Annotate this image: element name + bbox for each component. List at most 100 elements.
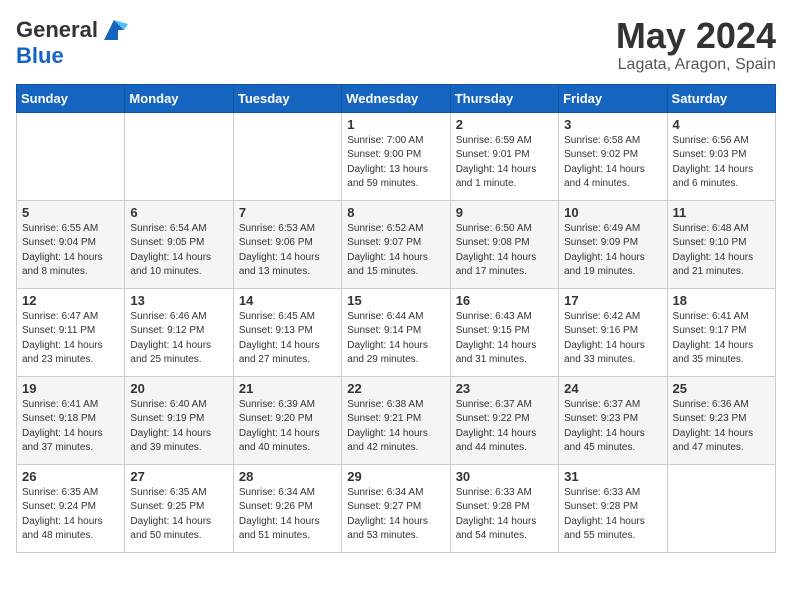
day-number: 29 bbox=[347, 469, 444, 484]
day-info: Sunrise: 6:37 AMSunset: 9:22 PMDaylight:… bbox=[456, 398, 553, 456]
weekday-header-row: SundayMondayTuesdayWednesdayThursdayFrid… bbox=[17, 84, 776, 112]
calendar-cell: 25 Sunrise: 6:36 AMSunset: 9:23 PMDayligh… bbox=[667, 376, 775, 464]
day-info: Sunrise: 6:42 AMSunset: 9:16 PMDaylight:… bbox=[564, 310, 661, 368]
calendar-cell bbox=[233, 112, 341, 200]
day-info: Sunrise: 6:33 AMSunset: 9:28 PMDaylight:… bbox=[456, 486, 553, 544]
week-row-4: 19Sunrise: 6:41 AMSunset: 9:18 PMDayligh… bbox=[17, 376, 776, 464]
calendar-cell: 24 Sunrise: 6:37 AMSunset: 9:23 PMDayligh… bbox=[559, 376, 667, 464]
day-info: Sunrise: 6:56 AMSunset: 9:03 PMDaylight:… bbox=[673, 134, 770, 192]
day-info: Sunrise: 6:35 AMSunset: 9:24 PMDaylight:… bbox=[22, 486, 119, 544]
calendar-cell: 22 Sunrise: 6:38 AMSunset: 9:21 PMDayligh… bbox=[342, 376, 450, 464]
calendar-cell: 16 Sunrise: 6:43 AMSunset: 9:15 PMDayligh… bbox=[450, 288, 558, 376]
calendar-cell: 15 Sunrise: 6:44 AMSunset: 9:14 PMDayligh… bbox=[342, 288, 450, 376]
day-number: 7 bbox=[239, 205, 336, 220]
day-number: 15 bbox=[347, 293, 444, 308]
calendar-table: SundayMondayTuesdayWednesdayThursdayFrid… bbox=[16, 84, 776, 553]
day-number: 8 bbox=[347, 205, 444, 220]
calendar-cell: 10Sunrise: 6:49 AMSunset: 9:09 PMDayligh… bbox=[559, 200, 667, 288]
calendar-cell bbox=[125, 112, 233, 200]
day-number: 26 bbox=[22, 469, 119, 484]
day-info: Sunrise: 6:43 AMSunset: 9:15 PMDaylight:… bbox=[456, 310, 553, 368]
day-info: Sunrise: 6:45 AMSunset: 9:13 PMDaylight:… bbox=[239, 310, 336, 368]
calendar-cell: 14 Sunrise: 6:45 AMSunset: 9:13 PMDayligh… bbox=[233, 288, 341, 376]
calendar-cell: 1 Sunrise: 7:00 AMSunset: 9:00 PMDaylight… bbox=[342, 112, 450, 200]
weekday-header-sunday: Sunday bbox=[17, 84, 125, 112]
day-number: 22 bbox=[347, 381, 444, 396]
day-info: Sunrise: 6:36 AMSunset: 9:23 PMDaylight:… bbox=[673, 398, 770, 456]
day-info: Sunrise: 6:41 AMSunset: 9:17 PMDaylight:… bbox=[673, 310, 770, 368]
day-number: 3 bbox=[564, 117, 661, 132]
day-number: 18 bbox=[673, 293, 770, 308]
day-number: 16 bbox=[456, 293, 553, 308]
day-info: Sunrise: 6:58 AMSunset: 9:02 PMDaylight:… bbox=[564, 134, 661, 192]
day-number: 19 bbox=[22, 381, 119, 396]
calendar-cell: 30 Sunrise: 6:33 AMSunset: 9:28 PMDayligh… bbox=[450, 464, 558, 552]
day-info: Sunrise: 6:52 AMSunset: 9:07 PMDaylight:… bbox=[347, 222, 444, 280]
day-info: Sunrise: 7:00 AMSunset: 9:00 PMDaylight:… bbox=[347, 134, 444, 192]
day-number: 4 bbox=[673, 117, 770, 132]
day-number: 17 bbox=[564, 293, 661, 308]
calendar-cell: 12Sunrise: 6:47 AMSunset: 9:11 PMDayligh… bbox=[17, 288, 125, 376]
day-info: Sunrise: 6:40 AMSunset: 9:19 PMDaylight:… bbox=[130, 398, 227, 456]
day-info: Sunrise: 6:54 AMSunset: 9:05 PMDaylight:… bbox=[130, 222, 227, 280]
day-number: 25 bbox=[673, 381, 770, 396]
day-info: Sunrise: 6:50 AMSunset: 9:08 PMDaylight:… bbox=[456, 222, 553, 280]
day-info: Sunrise: 6:59 AMSunset: 9:01 PMDaylight:… bbox=[456, 134, 553, 192]
day-info: Sunrise: 6:34 AMSunset: 9:27 PMDaylight:… bbox=[347, 486, 444, 544]
weekday-header-thursday: Thursday bbox=[450, 84, 558, 112]
calendar-cell: 17 Sunrise: 6:42 AMSunset: 9:16 PMDayligh… bbox=[559, 288, 667, 376]
calendar-cell: 3 Sunrise: 6:58 AMSunset: 9:02 PMDaylight… bbox=[559, 112, 667, 200]
calendar-cell: 18 Sunrise: 6:41 AMSunset: 9:17 PMDayligh… bbox=[667, 288, 775, 376]
day-number: 30 bbox=[456, 469, 553, 484]
day-number: 10 bbox=[564, 205, 661, 220]
calendar-cell: 4 Sunrise: 6:56 AMSunset: 9:03 PMDaylight… bbox=[667, 112, 775, 200]
calendar-cell: 29 Sunrise: 6:34 AMSunset: 9:27 PMDayligh… bbox=[342, 464, 450, 552]
week-row-3: 12Sunrise: 6:47 AMSunset: 9:11 PMDayligh… bbox=[17, 288, 776, 376]
week-row-5: 26 Sunrise: 6:35 AMSunset: 9:24 PMDayligh… bbox=[17, 464, 776, 552]
day-info: Sunrise: 6:33 AMSunset: 9:28 PMDaylight:… bbox=[564, 486, 661, 544]
day-number: 24 bbox=[564, 381, 661, 396]
calendar-cell: 26 Sunrise: 6:35 AMSunset: 9:24 PMDayligh… bbox=[17, 464, 125, 552]
day-number: 31 bbox=[564, 469, 661, 484]
day-number: 20 bbox=[130, 381, 227, 396]
location-title: Lagata, Aragon, Spain bbox=[616, 56, 776, 74]
logo-blue: Blue bbox=[16, 43, 64, 68]
week-row-2: 5Sunrise: 6:55 AMSunset: 9:04 PMDaylight… bbox=[17, 200, 776, 288]
calendar-cell: 27Sunrise: 6:35 AMSunset: 9:25 PMDayligh… bbox=[125, 464, 233, 552]
day-info: Sunrise: 6:46 AMSunset: 9:12 PMDaylight:… bbox=[130, 310, 227, 368]
calendar-cell: 2 Sunrise: 6:59 AMSunset: 9:01 PMDaylight… bbox=[450, 112, 558, 200]
calendar-cell bbox=[17, 112, 125, 200]
day-number: 9 bbox=[456, 205, 553, 220]
day-number: 1 bbox=[347, 117, 444, 132]
day-number: 14 bbox=[239, 293, 336, 308]
logo-general: General bbox=[16, 17, 98, 42]
calendar-cell bbox=[667, 464, 775, 552]
day-number: 6 bbox=[130, 205, 227, 220]
calendar-cell: 6 Sunrise: 6:54 AMSunset: 9:05 PMDaylight… bbox=[125, 200, 233, 288]
calendar-cell: 20 Sunrise: 6:40 AMSunset: 9:19 PMDayligh… bbox=[125, 376, 233, 464]
day-number: 2 bbox=[456, 117, 553, 132]
calendar-cell: 23 Sunrise: 6:37 AMSunset: 9:22 PMDayligh… bbox=[450, 376, 558, 464]
calendar-cell: 13Sunrise: 6:46 AMSunset: 9:12 PMDayligh… bbox=[125, 288, 233, 376]
day-info: Sunrise: 6:37 AMSunset: 9:23 PMDaylight:… bbox=[564, 398, 661, 456]
calendar-cell: 31 Sunrise: 6:33 AMSunset: 9:28 PMDayligh… bbox=[559, 464, 667, 552]
day-number: 11 bbox=[673, 205, 770, 220]
day-number: 23 bbox=[456, 381, 553, 396]
calendar-cell: 28Sunrise: 6:34 AMSunset: 9:26 PMDayligh… bbox=[233, 464, 341, 552]
day-info: Sunrise: 6:39 AMSunset: 9:20 PMDaylight:… bbox=[239, 398, 336, 456]
day-info: Sunrise: 6:38 AMSunset: 9:21 PMDaylight:… bbox=[347, 398, 444, 456]
day-info: Sunrise: 6:53 AMSunset: 9:06 PMDaylight:… bbox=[239, 222, 336, 280]
weekday-header-friday: Friday bbox=[559, 84, 667, 112]
logo-icon bbox=[100, 16, 128, 44]
week-row-1: 1 Sunrise: 7:00 AMSunset: 9:00 PMDaylight… bbox=[17, 112, 776, 200]
day-info: Sunrise: 6:34 AMSunset: 9:26 PMDaylight:… bbox=[239, 486, 336, 544]
month-title: May 2024 bbox=[616, 16, 776, 56]
title-block: May 2024 Lagata, Aragon, Spain bbox=[616, 16, 776, 74]
weekday-header-wednesday: Wednesday bbox=[342, 84, 450, 112]
day-number: 5 bbox=[22, 205, 119, 220]
calendar-cell: 5Sunrise: 6:55 AMSunset: 9:04 PMDaylight… bbox=[17, 200, 125, 288]
weekday-header-tuesday: Tuesday bbox=[233, 84, 341, 112]
day-number: 27 bbox=[130, 469, 227, 484]
page-header: General Blue May 2024 Lagata, Aragon, Sp… bbox=[16, 16, 776, 74]
day-info: Sunrise: 6:44 AMSunset: 9:14 PMDaylight:… bbox=[347, 310, 444, 368]
